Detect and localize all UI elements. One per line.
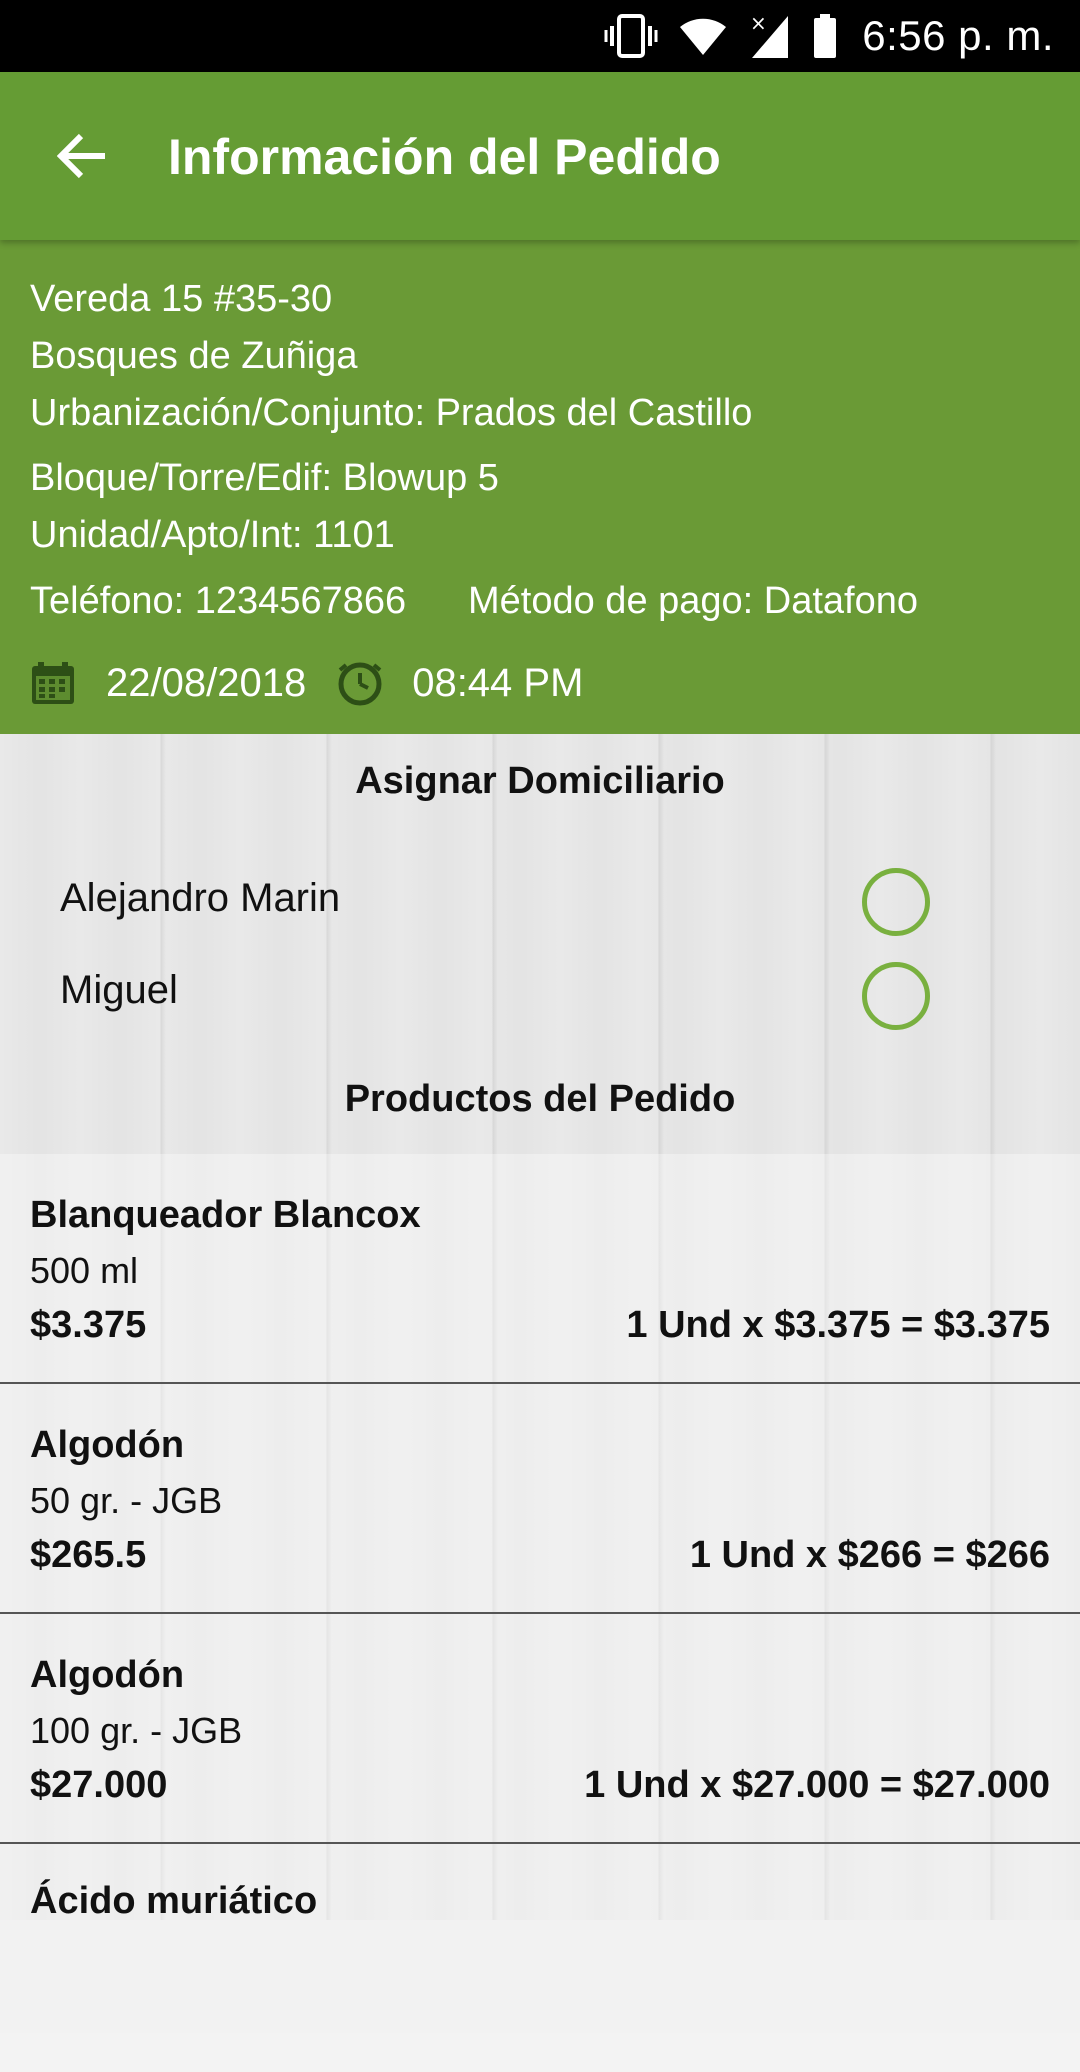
page-title: Información del Pedido [168,129,721,185]
clock-icon [336,659,384,707]
product-name: Algodón [30,1654,185,1696]
courier-name: Miguel [60,968,178,1012]
product-total: 1 Und x $266 = $266 [689,1534,1050,1576]
product-size: 50 gr. - JGB [30,1480,223,1521]
courier-name: Alejandro Marin [60,876,341,920]
product-list: Blanqueador Blancox 500 ml $3.375 1 Und … [0,1154,1080,2072]
arrow-back-icon [57,133,105,179]
product-size: 500 ml [30,1250,139,1291]
battery-icon [812,12,838,60]
block-text: Bloque/Torre/Edif: Blowup 5 [30,457,499,499]
date-time-row: 22/08/2018 08:44 PM [30,656,583,710]
phone-text: Teléfono: 1234567866 [30,580,407,622]
product-item[interactable]: Ácido muriático [0,1844,1080,2072]
product-item[interactable]: Algodón 50 gr. - JGB $265.5 1 Und x $266… [0,1384,1080,1614]
order-time: 08:44 PM [412,660,584,705]
status-bar: × 6:56 p. m. [0,0,1080,72]
courier-radio-alejandro[interactable] [862,868,930,936]
product-item[interactable]: Blanqueador Blancox 500 ml $3.375 1 Und … [0,1154,1080,1384]
vibrate-icon [604,12,658,60]
signal-icon: × [748,12,792,60]
product-name: Blanqueador Blancox [30,1194,421,1236]
back-button[interactable] [50,124,114,188]
product-total: 1 Und x $3.375 = $3.375 [626,1304,1050,1346]
products-title: Productos del Pedido [344,1078,736,1120]
product-name: Ácido muriático [30,1880,318,1922]
product-price: $265.5 [30,1534,147,1576]
wifi-icon [678,15,728,57]
assign-courier-title: Asignar Domiciliario [355,760,725,802]
app-bar: Información del Pedido [0,72,1080,240]
unit-text: Unidad/Apto/Int: 1101 [30,514,395,556]
status-icons: × 6:56 p. m. [584,0,1054,72]
product-size: 100 gr. - JGB [30,1710,243,1751]
svg-text:×: × [750,12,767,35]
payment-method-text: Método de pago: Datafono [468,580,919,622]
status-time: 6:56 p. m. [862,12,1054,59]
courier-radio-miguel[interactable] [862,962,930,1030]
address-text: Vereda 15 #35-30 [30,278,333,320]
neighborhood-text: Bosques de Zuñiga [30,335,358,377]
product-price: $3.375 [30,1304,147,1346]
product-price: $27.000 [30,1764,168,1806]
calendar-icon [30,660,76,706]
product-total: 1 Und x $27.000 = $27.000 [584,1764,1050,1806]
product-name: Algodón [30,1424,185,1466]
complex-text: Urbanización/Conjunto: Prados del Castil… [30,392,753,434]
order-date: 22/08/2018 [106,660,307,705]
product-item[interactable]: Algodón 100 gr. - JGB $27.000 1 Und x $2… [0,1614,1080,1844]
